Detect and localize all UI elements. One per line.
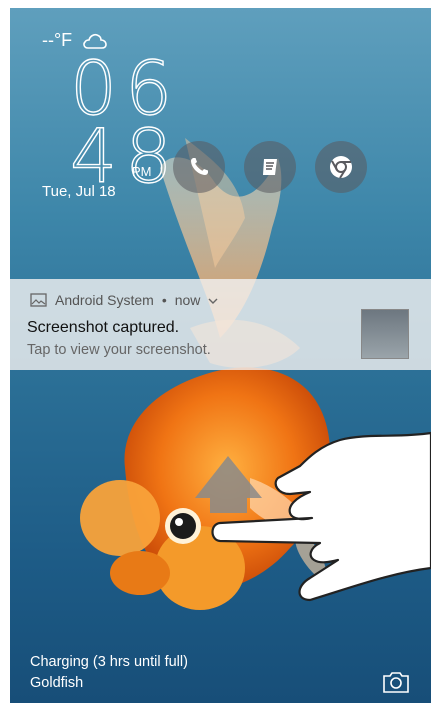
camera-shortcut-button[interactable] (382, 670, 410, 694)
wallpaper-name: Goldfish (30, 675, 84, 691)
camera-icon (383, 672, 409, 693)
swipe-up-hand-icon (195, 431, 431, 602)
lock-screen: --°F 06 48 PM Tue, Jul 18 Android System… (10, 8, 431, 703)
charging-status: Charging (3 hrs until full) (30, 654, 188, 670)
